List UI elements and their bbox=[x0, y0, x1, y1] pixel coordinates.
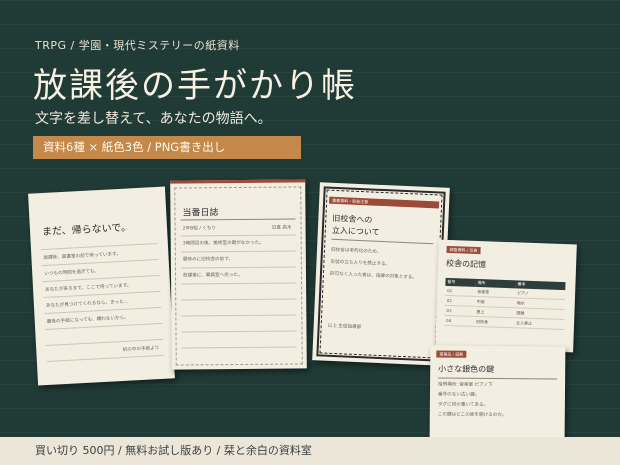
key-badge: 遺留品 / 証拠 bbox=[436, 350, 467, 358]
letter-line: いつもの時間を過ぎても、 bbox=[44, 269, 100, 277]
memory-badge: 調査資料 / 写真 bbox=[446, 245, 481, 255]
key-line: この鍵はどこの扉を開けるのか。 bbox=[437, 412, 507, 419]
main-title: 放課後の手がかり帳 bbox=[33, 66, 357, 106]
footer-bar: 買い切り 500円 / 無料お試し版あり / 栞と余白の資料室 bbox=[0, 437, 620, 465]
memory-table: 番号 場所 備考 01 音楽室 ピアノ 02 中庭 噴水 03 屋上 閉鎖 04… bbox=[443, 277, 566, 330]
memory-card: 調査資料 / 写真 校舎の記憶 番号 場所 備考 01 音楽室 ピアノ 02 中… bbox=[435, 239, 577, 353]
table-cell: 旧校舎 bbox=[473, 316, 515, 328]
table-cell: 04 bbox=[443, 315, 475, 327]
document-title-line2: 立入について bbox=[331, 225, 380, 237]
letter-line: 最後の手紙になっても、構わないから。 bbox=[46, 315, 129, 325]
letter-line: あなたが来るまで、ここで待っています。 bbox=[45, 283, 132, 293]
diary-line: 放課後に、職員室へ戻った。 bbox=[182, 272, 243, 279]
diary-line: 昼休みに旧校舎の前で、 bbox=[182, 257, 234, 263]
letter-title: まだ、帰らないで。 bbox=[41, 222, 132, 239]
category-line: TRPG / 学園・現代ミステリーの紙資料 bbox=[35, 39, 240, 52]
diary-meta-left: 2年B組 / くもり bbox=[182, 226, 217, 232]
diary-title: 当番日誌 bbox=[182, 208, 219, 219]
letter-line: 放課後、図書室の前で待っています。 bbox=[43, 251, 121, 261]
key-line: タグに何か書いてある。 bbox=[437, 402, 489, 408]
diary-line: 3時間目の後、美術室の鍵がなかった。 bbox=[182, 240, 264, 247]
letter-signature: 机の中の手紙より bbox=[122, 346, 160, 353]
diary-meta-right: 日直 高木 bbox=[271, 225, 292, 231]
feature-bar: 資料6種 × 紙色3色 / PNG書き出し bbox=[33, 136, 301, 159]
key-title: 小さな銀色の鍵 bbox=[438, 364, 495, 374]
subtitle: 文字を差し替えて、あなたの物語へ。 bbox=[35, 111, 272, 127]
document-title-line1: 旧校舎への bbox=[332, 213, 373, 225]
key-line: 拾得場所: 音楽室 ピアノ下 bbox=[438, 382, 493, 388]
memory-title: 校舎の記憶 bbox=[445, 258, 487, 270]
table-cell: 立入禁止 bbox=[513, 317, 565, 330]
letter-card: まだ、帰らないで。 放課後、図書室の前で待っています。 いつもの時間を過ぎても、… bbox=[28, 186, 175, 386]
key-card: 遺留品 / 証拠 小さな銀色の鍵 拾得場所: 音楽室 ピアノ下 番号のない古い鍵… bbox=[429, 345, 566, 439]
letter-line: あなたが見つけてくれるなら、きっと… bbox=[45, 299, 129, 309]
diary-card: 当番日誌 2年B組 / くもり 日直 高木 3時間目の後、美術室の鍵がなかった。… bbox=[170, 179, 307, 370]
key-line: 番号のない古い鍵。 bbox=[437, 392, 480, 398]
document-card: 重要資料・取扱注意 旧校舎への 立入について 旧校舎は老朽化のため、 生徒の立ち… bbox=[312, 182, 450, 366]
